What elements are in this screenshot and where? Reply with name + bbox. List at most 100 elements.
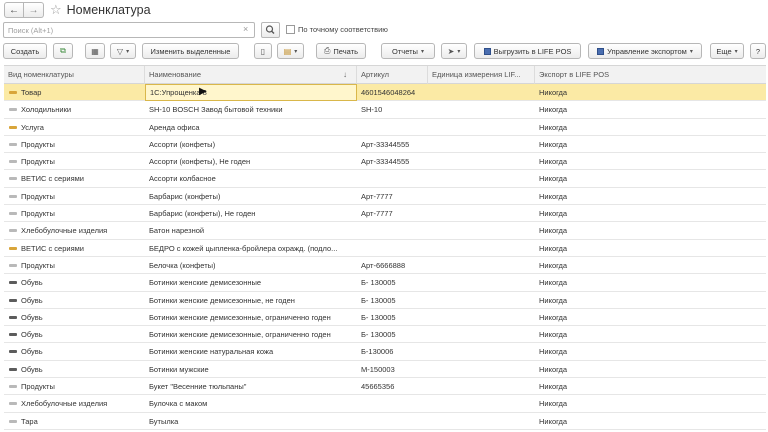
cell-article[interactable]: Арт-33344555: [357, 136, 428, 153]
upload-lifepos-button[interactable]: Выгрузить в LIFE POS: [474, 43, 581, 59]
cell-kind[interactable]: Обувь: [4, 361, 145, 378]
cell-article[interactable]: Б- 130005: [357, 292, 428, 309]
column-header-unit[interactable]: Единица измерения LIF...: [428, 66, 535, 84]
cell-unit[interactable]: [428, 326, 535, 343]
reports-button[interactable]: Отчеты ▾: [381, 43, 435, 59]
cell-unit[interactable]: [428, 119, 535, 136]
table-row[interactable]: Обувь Ботинки женские демисезонные, огран…: [4, 308, 766, 327]
cell-name[interactable]: Ботинки женские демисезонные, ограниченн…: [145, 309, 357, 326]
cell-unit[interactable]: [428, 205, 535, 222]
cell-export[interactable]: Никогда: [535, 361, 766, 378]
cell-unit[interactable]: [428, 378, 535, 395]
delete-button[interactable]: ▯: [254, 43, 272, 59]
more-button[interactable]: Еще ▾: [710, 43, 744, 59]
cell-unit[interactable]: [428, 136, 535, 153]
cell-name[interactable]: Барбарис (конфеты), Не годен: [145, 205, 357, 222]
cell-unit[interactable]: [428, 274, 535, 291]
cell-unit[interactable]: [428, 222, 535, 239]
cell-export[interactable]: Никогда: [535, 274, 766, 291]
cell-name[interactable]: Ассорти (конфеты), Не годен: [145, 153, 357, 170]
cell-name[interactable]: SH-10 BOSCH Завод бытовой техники: [145, 101, 357, 118]
table-row[interactable]: Тара Бутылка Никогда: [4, 412, 766, 430]
cell-export[interactable]: Никогда: [535, 170, 766, 187]
cell-export[interactable]: Никогда: [535, 378, 766, 395]
exact-match-checkbox[interactable]: [286, 25, 295, 34]
cell-kind[interactable]: Продукты: [4, 153, 145, 170]
cell-name[interactable]: Бутылка: [145, 413, 357, 430]
filter-button[interactable]: ▽ ▾: [110, 43, 136, 59]
cell-unit[interactable]: [428, 257, 535, 274]
back-button[interactable]: ←: [4, 2, 24, 18]
create-button[interactable]: Создать: [3, 43, 47, 59]
cell-export[interactable]: Никогда: [535, 188, 766, 205]
table-row[interactable]: ВЕТИС с сериями БЕДРО с кожей цыпленка-бр…: [4, 239, 766, 257]
table-row[interactable]: Холодильники SH-10 BOSCH Завод бытовой те…: [4, 101, 766, 119]
cell-export[interactable]: Никогда: [535, 257, 766, 274]
cell-article[interactable]: 45665356: [357, 378, 428, 395]
cell-article[interactable]: Б- 130005: [357, 274, 428, 291]
table-row[interactable]: Продукты Белочка (конфеты) Арт-6666888 Нико…: [4, 256, 766, 275]
cell-export[interactable]: Никогда: [535, 222, 766, 239]
cell-article[interactable]: 4601546048264: [357, 84, 428, 101]
cell-unit[interactable]: [428, 309, 535, 326]
cell-article[interactable]: Арт-33344555: [357, 153, 428, 170]
cell-export[interactable]: Никогда: [535, 395, 766, 412]
table-row[interactable]: Хлебобулочные изделия Булочка с маком Нико…: [4, 395, 766, 413]
cell-unit[interactable]: [428, 153, 535, 170]
cell-article[interactable]: [357, 413, 428, 430]
table-row[interactable]: Продукты Барбарис (конфеты), Не годен Арт-…: [4, 205, 766, 223]
cell-name[interactable]: Булочка с маком: [145, 395, 357, 412]
star-icon[interactable]: ☆: [50, 2, 62, 18]
column-header-article[interactable]: Артикул: [357, 66, 428, 84]
table-row[interactable]: Продукты Барбарис (конфеты) Арт-7777 Никогд…: [4, 187, 766, 206]
cell-kind[interactable]: Хлебобулочные изделия: [4, 222, 145, 239]
cell-kind[interactable]: Обувь: [4, 274, 145, 291]
cell-kind[interactable]: Продукты: [4, 188, 145, 205]
cell-article[interactable]: [357, 222, 428, 239]
cell-article[interactable]: Арт-7777: [357, 205, 428, 222]
column-header-name[interactable]: Наименование: [145, 66, 357, 84]
cell-kind[interactable]: Продукты: [4, 136, 145, 153]
table-row[interactable]: ВЕТИС с сериями Ассорти колбасное Никогда: [4, 170, 766, 188]
cell-kind[interactable]: Хлебобулочные изделия: [4, 395, 145, 412]
cell-kind[interactable]: Услуга: [4, 119, 145, 136]
table-row[interactable]: Продукты Букет "Весенние тюльпаны" 4566535…: [4, 378, 766, 396]
forward-button[interactable]: →: [24, 2, 44, 18]
cell-article[interactable]: Арт-6666888: [357, 257, 428, 274]
search-button[interactable]: [261, 22, 280, 38]
clear-icon[interactable]: ×: [243, 24, 248, 34]
cell-unit[interactable]: [428, 361, 535, 378]
cell-unit[interactable]: [428, 84, 535, 101]
cell-article[interactable]: [357, 170, 428, 187]
related-button[interactable]: ➤ ▾: [441, 43, 467, 59]
cell-name[interactable]: Батон нарезной: [145, 222, 357, 239]
column-header-kind[interactable]: Вид номенклатуры: [4, 66, 145, 84]
cell-name[interactable]: Ботинки женские демисезонные, ограниченн…: [145, 326, 357, 343]
cell-export[interactable]: Никогда: [535, 326, 766, 343]
table-row[interactable]: Обувь Ботинки женские демисезонные Б- 1300…: [4, 274, 766, 292]
copy-button[interactable]: ⧉: [53, 43, 73, 59]
cell-export[interactable]: Никогда: [535, 153, 766, 170]
cell-article[interactable]: [357, 395, 428, 412]
cell-name[interactable]: 1С:Упрощенка 8: [145, 84, 357, 101]
cell-unit[interactable]: [428, 188, 535, 205]
cell-name[interactable]: Аренда офиса: [145, 119, 357, 136]
cell-name[interactable]: Ботинки мужские: [145, 361, 357, 378]
cell-kind[interactable]: Холодильники: [4, 101, 145, 118]
cell-export[interactable]: Никогда: [535, 309, 766, 326]
cell-kind[interactable]: Обувь: [4, 326, 145, 343]
cell-export[interactable]: Никогда: [535, 119, 766, 136]
cell-name[interactable]: Ботинки женские натуральная кожа: [145, 343, 357, 360]
table-row[interactable]: Обувь Ботинки женские демисезонные, огран…: [4, 326, 766, 344]
cell-export[interactable]: Никогда: [535, 84, 766, 101]
cell-name[interactable]: Ассорти (конфеты): [145, 136, 357, 153]
cell-kind[interactable]: ВЕТИС с сериями: [4, 240, 145, 257]
tree-button[interactable]: ▦: [85, 43, 105, 59]
table-row[interactable]: Продукты Ассорти (конфеты), Не годен Арт-3…: [4, 153, 766, 171]
cell-name[interactable]: Ботинки женские демисезонные: [145, 274, 357, 291]
cell-name[interactable]: БЕДРО с кожей цыпленка-бройлера охражд. …: [145, 240, 357, 257]
cell-name[interactable]: Ботинки женские демисезонные, не годен: [145, 292, 357, 309]
cell-unit[interactable]: [428, 101, 535, 118]
cell-kind[interactable]: Товар: [4, 84, 145, 101]
cell-kind[interactable]: Обувь: [4, 292, 145, 309]
